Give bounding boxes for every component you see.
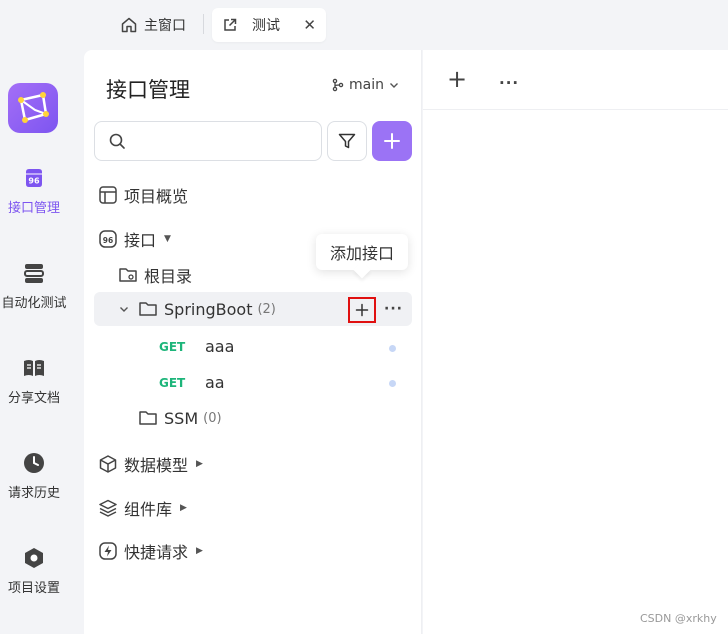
add-endpoint-tooltip: 添加接口: [316, 234, 408, 270]
tree-item-root[interactable]: 根目录: [118, 263, 192, 287]
lightning-icon: [99, 542, 117, 560]
branch-selector[interactable]: main: [331, 77, 400, 93]
tree-item-endpoint[interactable]: GET aa: [159, 373, 225, 392]
rail-item-label: 接口管理: [7, 201, 60, 216]
rail-item-label: 自动化测试: [1, 296, 67, 311]
endpoint-name: aaa: [205, 337, 235, 356]
folder-count: (0): [203, 410, 222, 426]
api-icon: 96: [21, 165, 47, 191]
tab-divider: [203, 14, 204, 34]
tree-item-ssm[interactable]: SSM (0): [138, 408, 222, 428]
status-dot: [389, 345, 396, 352]
tab-home-label: 主窗口: [144, 18, 186, 34]
endpoint-name: aa: [205, 373, 225, 392]
external-link-icon: [224, 18, 237, 31]
folder-icon: [139, 302, 157, 316]
rail-item-label: 项目设置: [7, 581, 60, 596]
tree-item-label: 数据模型: [124, 456, 189, 475]
tab-home[interactable]: 主窗口: [112, 8, 194, 42]
more-options-icon[interactable]: ···: [384, 301, 403, 317]
caret-right-icon: ▶: [180, 503, 187, 513]
logo-icon: [18, 92, 49, 123]
app-logo: [8, 83, 58, 133]
folder-name: SSM: [164, 408, 199, 428]
book-icon: [21, 355, 47, 381]
folder-count: (2): [257, 301, 276, 317]
more-options-icon[interactable]: ···: [499, 74, 519, 92]
tree-item-apis[interactable]: 96 接口 ▼: [98, 227, 171, 251]
tree-item-schemas[interactable]: 数据模型 ▶: [98, 452, 203, 476]
main-area: + ···: [423, 50, 728, 634]
rail-item-history[interactable]: 请求历史: [0, 450, 68, 501]
tree-item-endpoint[interactable]: GET aaa: [159, 337, 234, 356]
branch-label: main: [349, 77, 384, 93]
rail-item-label: 分享文档: [7, 391, 60, 406]
tab-test-label: 测试: [252, 18, 280, 34]
git-branch-icon: [332, 78, 344, 92]
rail-item-automation[interactable]: 自动化测试: [0, 260, 68, 311]
close-icon[interactable]: ✕: [303, 17, 316, 33]
tree-item-quick-requests[interactable]: 快捷请求 ▶: [98, 539, 203, 563]
tree-item-label: 项目概览: [124, 187, 189, 206]
tree-item-label: 接口: [124, 231, 157, 250]
rail-item-label: 请求历史: [7, 486, 60, 501]
method-badge: GET: [159, 375, 186, 390]
left-rail: 96 接口管理 自动化测试 分享文档 请求历史 项目设置: [0, 50, 84, 634]
home-icon: [121, 17, 137, 33]
rail-item-api-management[interactable]: 96 接口管理: [0, 165, 68, 216]
cube-icon: [99, 455, 117, 473]
main-toolbar: + ···: [423, 50, 728, 110]
automation-icon: [21, 260, 47, 286]
status-dot: [389, 380, 396, 387]
rail-item-share-docs[interactable]: 分享文档: [0, 355, 68, 406]
api-sidebar: 接口管理 main 项目概览 96 接口 ▼ 根目录 SpringBoot (2…: [84, 50, 422, 634]
folder-name: SpringBoot: [164, 299, 253, 319]
filter-button[interactable]: [327, 121, 367, 161]
plus-icon: [384, 133, 400, 149]
caret-down-icon: ▼: [164, 234, 171, 244]
filter-icon: [338, 133, 356, 149]
clock-icon: [21, 450, 47, 476]
api-outline-icon: 96: [99, 230, 117, 248]
search-box[interactable]: [94, 121, 322, 161]
search-icon: [109, 133, 125, 149]
tree-item-label: 组件库: [124, 500, 173, 519]
tree-item-components[interactable]: 组件库 ▶: [98, 496, 187, 520]
search-input[interactable]: [134, 133, 321, 149]
layout-icon: [99, 186, 117, 204]
svg-text:96: 96: [103, 236, 113, 245]
chevron-down-icon: [120, 307, 128, 312]
svg-text:96: 96: [28, 177, 40, 186]
tree-item-overview[interactable]: 项目概览: [98, 183, 188, 207]
add-endpoint-button[interactable]: [348, 297, 376, 323]
rail-item-project-settings[interactable]: 项目设置: [0, 545, 68, 596]
new-tab-button[interactable]: +: [447, 67, 467, 91]
add-button[interactable]: [372, 121, 412, 161]
method-badge: GET: [159, 339, 186, 354]
plus-icon: [355, 303, 369, 317]
watermark: CSDN @xrkhy: [640, 612, 717, 625]
tree-item-label: 根目录: [144, 267, 193, 286]
tab-bar: 主窗口 测试 ✕: [0, 0, 728, 50]
settings-hex-icon: [21, 545, 47, 571]
tree-item-springboot[interactable]: SpringBoot (2): [118, 299, 276, 319]
tab-test[interactable]: 测试 ✕: [212, 8, 326, 42]
chevron-down-icon: [389, 83, 398, 88]
root-folder-icon: [119, 268, 137, 282]
caret-right-icon: ▶: [196, 459, 203, 469]
layers-icon: [99, 499, 117, 517]
folder-icon: [139, 411, 157, 425]
panel-title: 接口管理: [106, 78, 190, 102]
caret-right-icon: ▶: [196, 546, 203, 556]
tree-item-label: 快捷请求: [124, 543, 189, 562]
